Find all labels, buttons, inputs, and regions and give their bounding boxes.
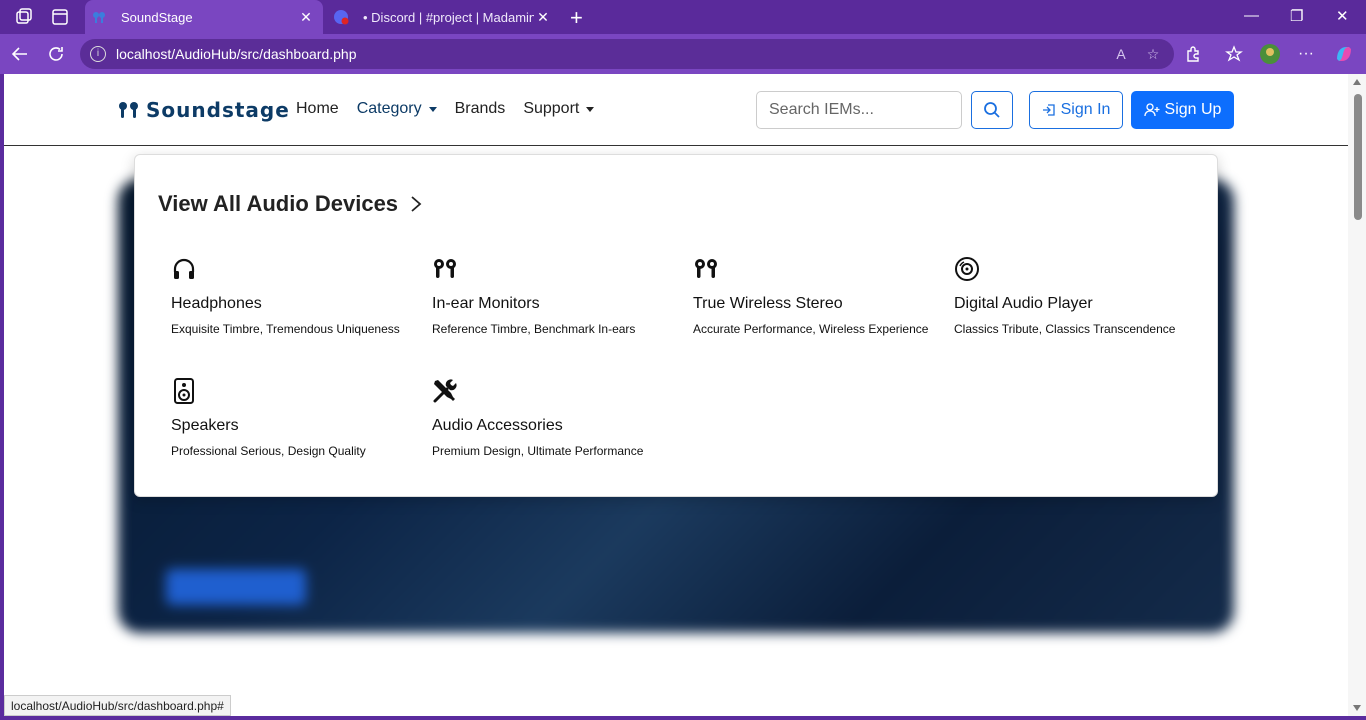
scroll-up-icon[interactable] <box>1353 79 1361 85</box>
earbuds-logo-icon <box>119 102 138 118</box>
category-name: Headphones <box>171 295 262 312</box>
copilot-icon[interactable] <box>1332 42 1356 66</box>
status-bar-url: localhost/AudioHub/src/dashboard.php# <box>4 695 231 716</box>
sign-in-icon <box>1042 104 1055 116</box>
new-tab-icon[interactable]: + <box>570 5 583 31</box>
earbuds-icon <box>434 259 456 278</box>
tools-icon <box>433 379 457 403</box>
menu-category-label: Category <box>356 100 422 117</box>
dropdown-heading: View All Audio Devices <box>158 191 399 216</box>
favorite-star-icon[interactable]: ☆ <box>1142 46 1164 63</box>
restore-icon[interactable]: ❐ <box>1290 7 1303 25</box>
disc-icon <box>955 257 979 281</box>
main-menu: Home Category Brands Support <box>296 100 612 118</box>
browser-tab-bar: SoundStage ✕ • Discord | #project | Mada… <box>0 0 1366 34</box>
site-header: Soundstage Home Category Brands Support … <box>4 74 1348 146</box>
headphones-icon <box>173 258 195 279</box>
refresh-icon[interactable] <box>44 42 68 66</box>
category-name: Audio Accessories <box>432 417 563 434</box>
scroll-down-icon[interactable] <box>1353 705 1361 711</box>
speaker-icon <box>174 378 194 404</box>
sign-in-label: Sign In <box>1060 101 1111 118</box>
close-window-icon[interactable]: ✕ <box>1336 7 1349 25</box>
category-desc: Professional Serious, Design Quality <box>171 444 366 458</box>
menu-brands-label: Brands <box>454 100 506 117</box>
soundstage-favicon-icon <box>93 12 105 23</box>
sign-in-button[interactable]: Sign In <box>1029 91 1123 129</box>
search-button[interactable] <box>971 91 1013 129</box>
menu-support[interactable]: Support <box>523 100 595 118</box>
category-dropdown: View All Audio Devices Headphones Exquis… <box>134 154 1218 497</box>
tab-title: • Discord | #project | Madaming T <box>363 9 534 25</box>
minimize-icon[interactable]: — <box>1244 7 1259 24</box>
page-scrollbar[interactable] <box>1348 74 1366 716</box>
tab-actions-icon[interactable] <box>50 7 70 27</box>
address-url[interactable]: localhost/AudioHub/src/dashboard.php <box>116 46 1110 62</box>
chevron-right-icon <box>411 196 422 212</box>
profile-avatar[interactable] <box>1258 42 1282 66</box>
category-speakers[interactable]: Speakers Professional Serious, Design Qu… <box>171 378 421 458</box>
read-aloud-icon[interactable]: A <box>1110 46 1132 62</box>
tab-soundstage[interactable]: SoundStage ✕ <box>85 0 323 34</box>
browser-toolbar: i localhost/AudioHub/src/dashboard.php A… <box>0 34 1366 74</box>
category-digital-audio-player[interactable]: Digital Audio Player Classics Tribute, C… <box>954 256 1204 336</box>
tab-discord[interactable]: • Discord | #project | Madaming T ✕ <box>327 0 560 34</box>
extensions-icon[interactable] <box>1181 42 1205 66</box>
favorites-icon[interactable] <box>1222 42 1246 66</box>
scrollbar-thumb[interactable] <box>1354 94 1362 220</box>
category-desc: Reference Timbre, Benchmark In-ears <box>432 322 636 336</box>
category-name: True Wireless Stereo <box>693 295 843 312</box>
hero-button[interactable] <box>166 569 306 605</box>
category-name: In-ear Monitors <box>432 295 540 312</box>
close-tab-icon[interactable]: ✕ <box>534 9 552 26</box>
tab-title: SoundStage <box>121 9 193 25</box>
chevron-down-icon <box>428 106 437 112</box>
category-name: Digital Audio Player <box>954 295 1093 312</box>
search-input[interactable] <box>756 91 962 129</box>
sign-up-button[interactable]: Sign Up <box>1131 91 1234 129</box>
category-desc: Exquisite Timbre, Tremendous Uniqueness <box>171 322 400 336</box>
more-options-icon[interactable]: ··· <box>1294 42 1318 66</box>
earbuds-icon <box>695 259 717 278</box>
address-bar[interactable]: i localhost/AudioHub/src/dashboard.php A… <box>80 39 1174 69</box>
menu-home-label: Home <box>296 100 339 117</box>
menu-brands[interactable]: Brands <box>455 100 506 118</box>
web-page: Soundstage Home Category Brands Support … <box>4 74 1348 716</box>
category-audio-accessories[interactable]: Audio Accessories Premium Design, Ultima… <box>432 378 682 458</box>
discord-favicon-icon <box>334 10 349 25</box>
category-name: Speakers <box>171 417 239 434</box>
menu-category[interactable]: Category <box>357 100 437 118</box>
site-info-icon[interactable]: i <box>90 46 106 62</box>
category-desc: Premium Design, Ultimate Performance <box>432 444 644 458</box>
sign-up-label: Sign Up <box>1164 101 1222 118</box>
category-headphones[interactable]: Headphones Exquisite Timbre, Tremendous … <box>171 256 421 336</box>
menu-support-label: Support <box>523 100 580 117</box>
workspaces-icon[interactable] <box>14 7 34 27</box>
logo-text: Soundstage <box>146 98 290 122</box>
search-icon <box>984 102 1000 118</box>
category-true-wireless-stereo[interactable]: True Wireless Stereo Accurate Performanc… <box>693 256 943 336</box>
chevron-down-icon <box>586 106 595 112</box>
back-icon[interactable] <box>8 42 32 66</box>
category-desc: Classics Tribute, Classics Transcendence <box>954 322 1176 336</box>
category-in-ear-monitors[interactable]: In-ear Monitors Reference Timbre, Benchm… <box>432 256 682 336</box>
add-user-icon <box>1143 103 1160 117</box>
close-tab-icon[interactable]: ✕ <box>297 9 315 26</box>
menu-home[interactable]: Home <box>296 100 339 118</box>
category-desc: Accurate Performance, Wireless Experienc… <box>693 322 929 336</box>
site-logo[interactable]: Soundstage <box>118 98 290 122</box>
view-all-link[interactable]: View All Audio Devices <box>158 191 422 217</box>
